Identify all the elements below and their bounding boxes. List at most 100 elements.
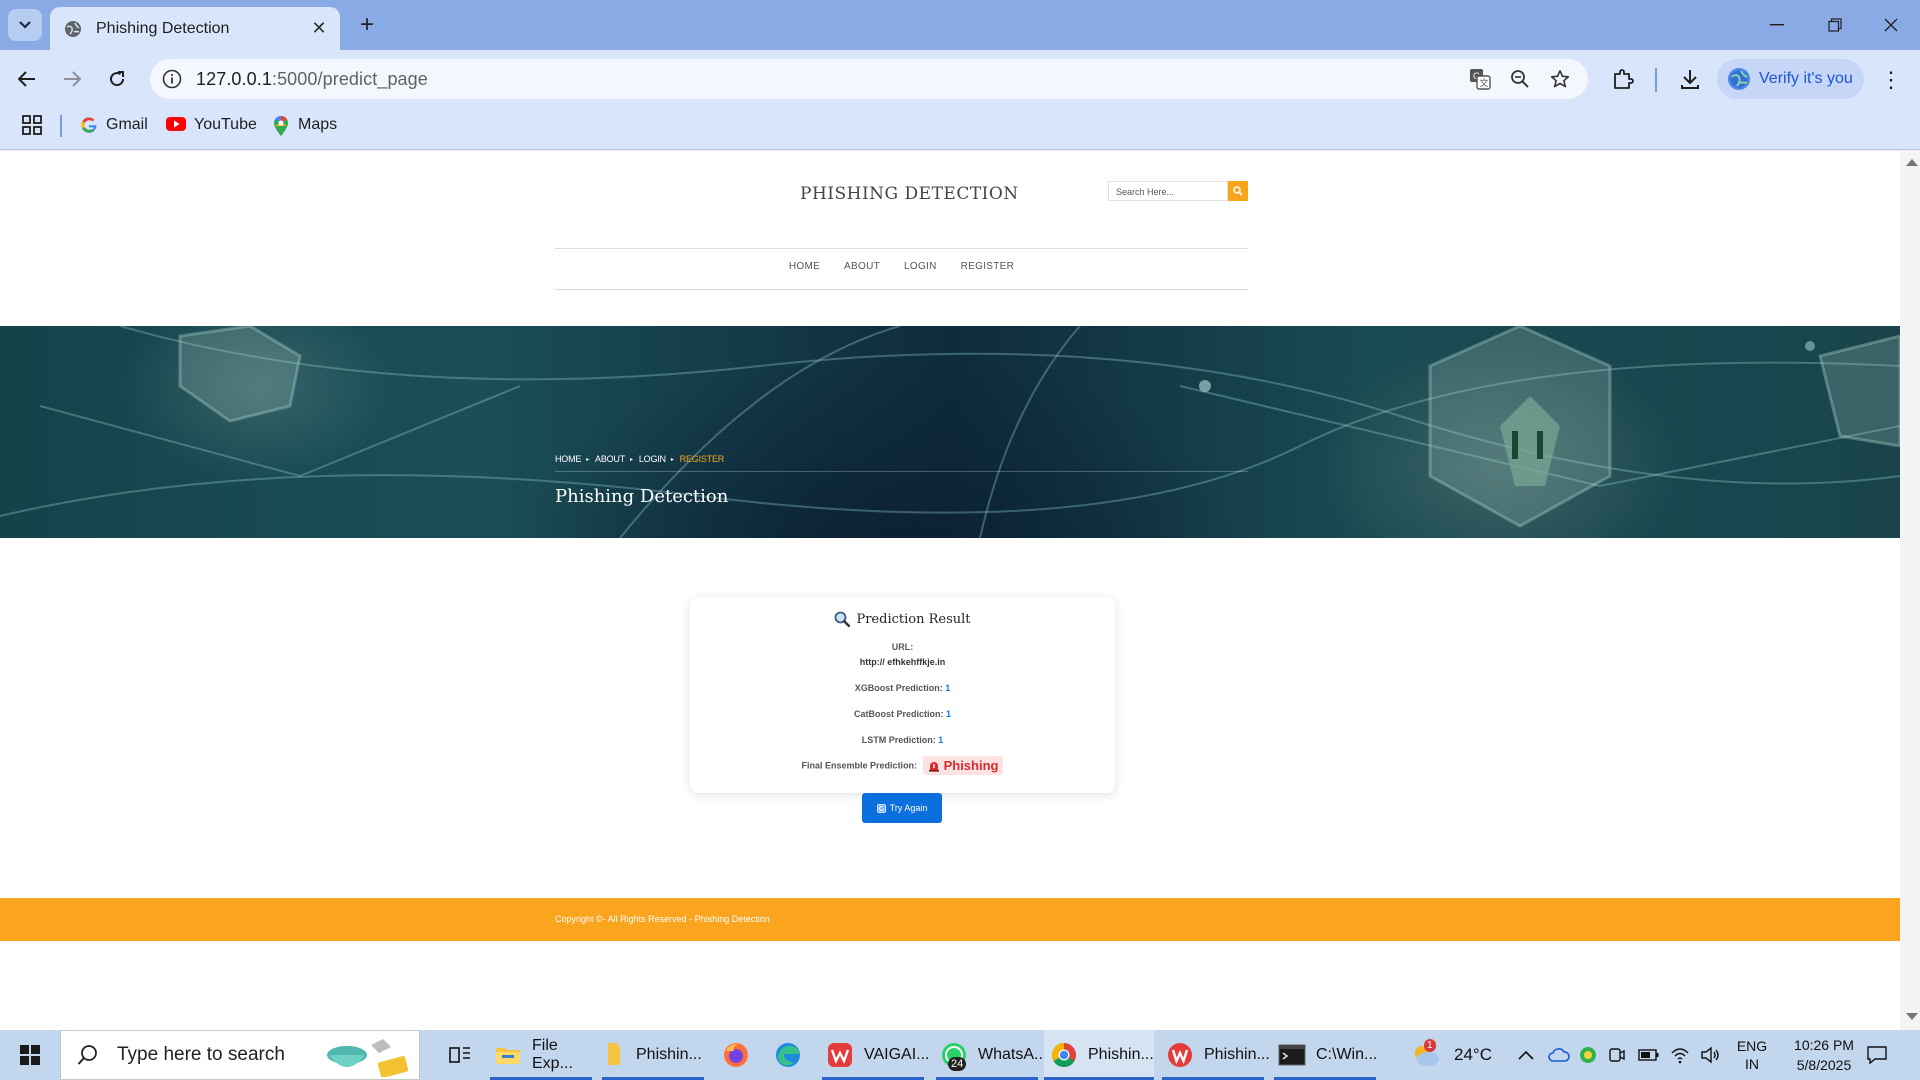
catboost-row: CatBoost Prediction: 1: [690, 709, 1115, 719]
task-view-button[interactable]: [438, 1030, 482, 1080]
catboost-label: CatBoost Prediction:: [853, 709, 944, 719]
language-indicator[interactable]: ENG IN: [1735, 1030, 1769, 1080]
alert-icon: [928, 760, 940, 772]
scroll-down-arrow-icon[interactable]: [1906, 1013, 1918, 1020]
apps-grid-icon[interactable]: [22, 115, 42, 140]
url-value-text: http:// efhkehffkje.in: [859, 657, 946, 667]
bookmark-gmail[interactable]: Gmail: [80, 112, 148, 138]
site-title[interactable]: PHISHING DETECTION: [800, 184, 1019, 204]
bookmark-youtube[interactable]: YouTube: [166, 112, 257, 138]
nav-home[interactable]: HOME: [789, 261, 820, 272]
close-window-button[interactable]: [1862, 0, 1920, 50]
taskbar-app-phishing-folder[interactable]: Phishin...: [602, 1030, 704, 1080]
nav-login[interactable]: LOGIN: [904, 261, 937, 272]
try-again-button[interactable]: Try Again: [862, 793, 942, 823]
translate-icon[interactable]: G文: [1468, 67, 1492, 91]
site-search-button[interactable]: [1228, 181, 1248, 201]
minimize-button[interactable]: [1748, 0, 1806, 50]
taskbar-app-wps-writer[interactable]: Phishin...: [1162, 1030, 1270, 1080]
wps-writer-icon: [1166, 1041, 1194, 1069]
new-tab-button[interactable]: +: [352, 10, 382, 40]
tab-search-button[interactable]: [8, 9, 42, 41]
browser-tab[interactable]: Phishing Detection ✕: [50, 7, 340, 50]
address-bar[interactable]: 127.0.0.1:5000/predict_page G文: [150, 59, 1588, 99]
result-title: Prediction Result: [690, 611, 1115, 627]
lstm-label: LSTM Prediction:: [861, 735, 936, 745]
catboost-value: 1: [946, 709, 952, 719]
wps-icon: [826, 1041, 854, 1069]
hero-title: Phishing Detection: [555, 486, 729, 507]
taskbar-app-terminal[interactable]: C:\Win...: [1274, 1030, 1377, 1080]
search-icon: [77, 1044, 99, 1066]
chevron-up-icon: [1518, 1050, 1534, 1060]
tray-overflow-button[interactable]: [1518, 1030, 1534, 1080]
final-label: Final Ensemble Prediction:: [801, 760, 918, 771]
windows-logo-icon: [20, 1045, 40, 1065]
bookmark-maps[interactable]: Maps: [274, 112, 337, 138]
forward-button[interactable]: [55, 62, 89, 96]
bookmark-label: Gmail: [106, 116, 148, 133]
windows-start-button[interactable]: [8, 1040, 52, 1070]
taskbar-app-edge[interactable]: [770, 1030, 806, 1080]
arrow-right-icon: [64, 71, 81, 87]
battery-icon[interactable]: [1638, 1030, 1660, 1080]
url-text[interactable]: 127.0.0.1:5000/predict_page: [196, 69, 428, 90]
site-footer: Copyright ©- All Rights Reserved - Phish…: [0, 898, 1900, 941]
site-search-input[interactable]: [1109, 183, 1227, 201]
wifi-icon[interactable]: [1670, 1030, 1690, 1080]
taskbar-app-file-explorer[interactable]: File Exp...: [490, 1030, 592, 1080]
taskbar-app-whatsapp[interactable]: 24 WhatsA...: [936, 1030, 1047, 1080]
globe-icon: [64, 20, 82, 38]
taskbar-app-label: Phishin...: [1204, 1046, 1270, 1063]
weather-widget[interactable]: 1 24°C: [1410, 1030, 1492, 1080]
bookmark-star-icon[interactable]: [1548, 67, 1572, 91]
minimize-icon: [1770, 24, 1784, 26]
back-button[interactable]: [10, 62, 44, 96]
taskbar-app-chrome[interactable]: Phishin...: [1044, 1030, 1154, 1080]
page-scrollbar[interactable]: [1900, 151, 1920, 1030]
volume-icon[interactable]: [1700, 1030, 1720, 1080]
sync-tray-icon[interactable]: [1578, 1030, 1598, 1080]
onedrive-tray-icon[interactable]: [1548, 1030, 1570, 1080]
try-again-label: Try Again: [889, 803, 928, 813]
taskbar-search-box[interactable]: Type here to search: [60, 1030, 420, 1080]
nav-about[interactable]: ABOUT: [844, 261, 880, 272]
footer-copyright: Copyright ©- All Rights Reserved - Phish…: [555, 914, 770, 924]
taskbar-app-firefox[interactable]: [718, 1030, 754, 1080]
clock[interactable]: 10:26 PM 5/8/2025: [1780, 1030, 1868, 1080]
breadcrumb-login[interactable]: LOGIN: [639, 454, 666, 464]
weather-badge: 1: [1424, 1039, 1436, 1052]
notifications-button[interactable]: [1866, 1030, 1888, 1080]
profile-globe-icon: [1727, 67, 1751, 91]
breadcrumb: HOME ▸ ABOUT ▸ LOGIN ▸ REGISTER: [555, 454, 724, 464]
scroll-up-arrow-icon[interactable]: [1906, 159, 1918, 166]
browser-menu-icon[interactable]: ⋮: [1878, 65, 1904, 95]
site-info-icon[interactable]: [162, 69, 182, 89]
verify-profile-chip[interactable]: Verify it's you: [1717, 59, 1864, 99]
reload-icon: [110, 71, 125, 87]
breadcrumb-register[interactable]: REGISTER: [680, 454, 725, 464]
zoom-icon[interactable]: [1508, 67, 1532, 91]
download-icon[interactable]: [1677, 66, 1703, 92]
folder-icon: [606, 1041, 626, 1069]
close-icon: [1884, 18, 1898, 32]
meet-now-icon[interactable]: [1608, 1030, 1626, 1080]
lstm-value: 1: [938, 735, 944, 745]
lstm-row: LSTM Prediction: 1: [690, 735, 1115, 745]
taskbar-app-label: VAIGAI...: [864, 1046, 930, 1063]
taskbar-app-vaigai[interactable]: VAIGAI...: [822, 1030, 930, 1080]
close-tab-icon[interactable]: ✕: [306, 16, 332, 42]
extensions-icon[interactable]: [1610, 66, 1636, 92]
youtube-icon: [166, 116, 186, 134]
restore-button[interactable]: [1806, 0, 1864, 50]
hero-divider: [555, 471, 1248, 472]
clock-time: 10:26 PM: [1794, 1037, 1854, 1053]
svg-text:文: 文: [1480, 77, 1489, 88]
breadcrumb-home[interactable]: HOME: [555, 454, 581, 464]
firefox-icon: [722, 1041, 750, 1069]
temperature-text: 24°C: [1454, 1045, 1492, 1064]
reload-button[interactable]: [100, 62, 134, 96]
breadcrumb-about[interactable]: ABOUT: [595, 454, 625, 464]
nav-register[interactable]: REGISTER: [961, 261, 1015, 272]
page-viewport: PHISHING DETECTION HOME ABOUT LOGIN REGI…: [0, 151, 1900, 1030]
